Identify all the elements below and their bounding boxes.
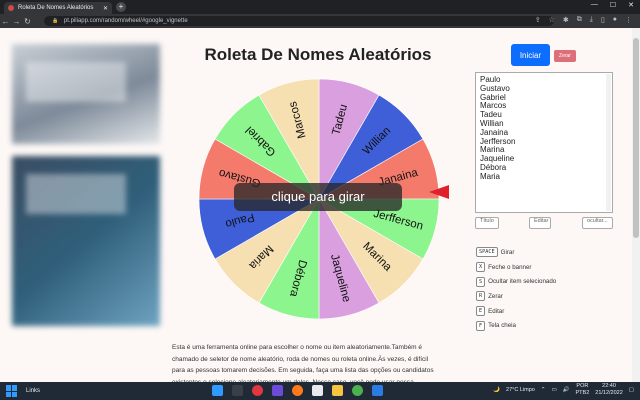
description-text: Esta é uma ferramenta online para escolh…: [172, 344, 434, 382]
app-icon[interactable]: [272, 385, 283, 396]
clock[interactable]: 22:40 21/12/2022: [595, 383, 623, 397]
windows-start-icon[interactable]: [6, 385, 18, 397]
wheel-pointer-icon: [429, 185, 449, 199]
shortcut-row: E Editar: [476, 304, 626, 319]
shortcut-label: Ocultar item selecionado: [488, 278, 557, 286]
menu-kebab-icon[interactable]: ⋮: [625, 16, 632, 24]
browser-tab[interactable]: Roleta De Nomes Aleatórios ✕: [4, 2, 112, 14]
minimize-button[interactable]: —: [591, 1, 598, 9]
bookmark-star-icon[interactable]: ☆: [549, 16, 555, 24]
edge-icon[interactable]: [372, 385, 383, 396]
address-bar-row: ← → ↻ 🔒 pt.piliapp.com/random/wheel/#goo…: [0, 14, 640, 28]
share-icon[interactable]: ⇪: [535, 16, 541, 24]
shortcut-label: Tela cheia: [488, 322, 516, 330]
file-explorer-icon[interactable]: [332, 385, 343, 396]
weather-icon: 🌙: [493, 387, 501, 393]
profile-avatar-icon[interactable]: ●: [613, 16, 617, 24]
new-tab-button[interactable]: +: [116, 2, 126, 12]
firefox-icon[interactable]: [292, 385, 303, 396]
maximize-button[interactable]: ☐: [610, 1, 616, 9]
tray-chevron-icon[interactable]: ⌃: [541, 387, 546, 393]
extensions-area: ⇪ ☆ ✱ ⧉ ⤓ ▯ ● ⋮: [535, 16, 632, 24]
sidebar-icon[interactable]: ▯: [601, 16, 605, 24]
hide-button[interactable]: ocultar...: [582, 217, 613, 229]
taskbar-links-label[interactable]: Links: [26, 388, 40, 394]
close-window-button[interactable]: ✕: [628, 1, 634, 9]
telegram-icon[interactable]: [212, 385, 223, 396]
lock-icon: 🔒: [52, 18, 59, 24]
clock-date: 21/12/2022: [595, 390, 623, 396]
language-indicator[interactable]: POR PTB2: [576, 383, 590, 397]
window-controls: — ☐ ✕: [591, 1, 634, 9]
spin-prompt[interactable]: clique para girar: [234, 183, 402, 211]
scroll-thumb[interactable]: [633, 38, 639, 238]
notepad-icon[interactable]: [312, 385, 323, 396]
windows-taskbar: Links 🌙 27°C Limpo ⌃ ▭ 🔊 POR PTB2 22:40 …: [0, 382, 640, 400]
tab-close-icon[interactable]: ✕: [103, 5, 108, 12]
shortcut-key: SPACE: [476, 247, 498, 258]
download-icon[interactable]: ⤓: [590, 16, 593, 24]
shortcut-row: F Tela cheia: [476, 318, 626, 333]
forward-arrow-icon[interactable]: →: [11, 17, 22, 26]
shortcut-key: R: [476, 291, 486, 302]
puzzle-icon[interactable]: ⧉: [577, 16, 582, 24]
system-tray: 🌙 27°C Limpo ⌃ ▭ 🔊 POR PTB2 22:40 21/12/…: [493, 383, 634, 397]
site-favicon-icon: [8, 5, 14, 11]
tab-title: Roleta De Nomes Aleatórios: [18, 5, 94, 11]
advertisement-bottom[interactable]: [12, 156, 160, 326]
start-button[interactable]: Iniciar: [511, 44, 550, 66]
reload-icon[interactable]: ↻: [22, 17, 33, 26]
back-arrow-icon[interactable]: ←: [0, 17, 11, 26]
keyboard-shortcuts: SPACE Girar X Feche o banner S Ocultar item…: [476, 245, 626, 333]
edit-button[interactable]: Editar: [529, 217, 551, 229]
url-bar[interactable]: 🔒 pt.piliapp.com/random/wheel/#google_vi…: [44, 16, 554, 26]
chrome-icon[interactable]: [352, 385, 363, 396]
shortcut-row: SPACE Girar: [476, 245, 626, 260]
page-title: Roleta De Nomes Aleatórios: [204, 45, 432, 64]
shortcut-label: Editar: [488, 307, 505, 315]
names-list: Paulo Gustavo Gabriel Marcos Tadeu Willi…: [480, 75, 516, 181]
shortcut-row: R Zerar: [476, 289, 626, 304]
shortcut-key: X: [476, 262, 486, 273]
names-scrollbar[interactable]: [606, 74, 611, 211]
advertisement-top[interactable]: [12, 44, 160, 144]
url-text: pt.piliapp.com/random/wheel/#google_vign…: [63, 18, 188, 24]
shortcut-key: E: [476, 306, 486, 317]
volume-icon[interactable]: 🔊: [563, 387, 570, 393]
shortcut-label: Feche o banner: [488, 263, 532, 271]
notification-icon[interactable]: ▢: [629, 387, 634, 393]
shortcut-row: S Ocultar item selecionado: [476, 274, 626, 289]
shortcut-label: Girar: [500, 248, 515, 256]
task-view-icon[interactable]: [232, 385, 243, 396]
title-button[interactable]: Título: [475, 217, 499, 229]
taskbar-apps: [212, 385, 383, 396]
network-icon[interactable]: ▭: [551, 387, 556, 393]
shortcut-row: X Feche o banner: [476, 260, 626, 275]
opera-icon[interactable]: [252, 385, 263, 396]
browser-tab-strip: Roleta De Nomes Aleatórios ✕ + — ☐ ✕: [0, 0, 640, 14]
shortcut-key: S: [476, 276, 486, 287]
shortcut-key: F: [476, 320, 486, 331]
reset-button[interactable]: Zerar: [554, 50, 576, 62]
weather-text[interactable]: 27°C Limpo: [506, 387, 535, 393]
shortcut-label: Zerar: [488, 292, 503, 300]
extension-icon[interactable]: ✱: [563, 16, 569, 24]
page-scrollbar[interactable]: [632, 28, 640, 382]
page-content: Roleta De Nomes Aleatórios Iniciar Zerar…: [0, 28, 632, 382]
clock-time: 22:40: [602, 383, 616, 389]
names-textarea[interactable]: Paulo Gustavo Gabriel Marcos Tadeu Willi…: [475, 72, 613, 213]
